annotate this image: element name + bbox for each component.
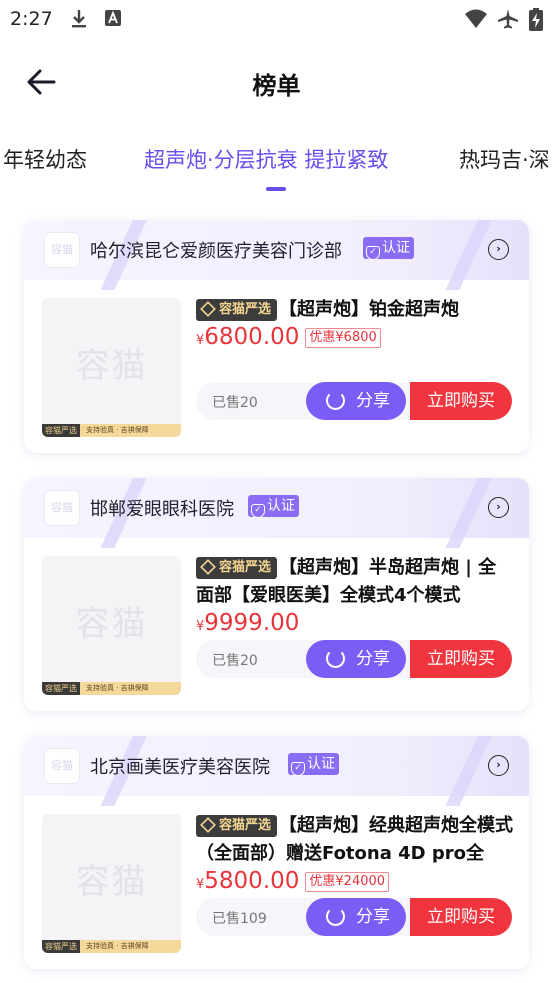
tab-thermage[interactable]: 热玛吉·深 bbox=[459, 144, 550, 174]
clinic-header[interactable]: 容猫 哈尔滨昆仑爱颜医疗美容门诊部 ✓ 认证 › bbox=[24, 220, 529, 290]
verified-badge: ✓ 认证 bbox=[248, 495, 299, 518]
diamond-icon bbox=[200, 817, 216, 833]
product-title[interactable]: 容猫严选 【超声炮】半岛超声炮 | 全面部【爱眼医美】全模式4个模式 bbox=[196, 554, 514, 610]
airplane-mode-icon bbox=[496, 8, 520, 34]
diamond-icon bbox=[200, 301, 216, 317]
product-image[interactable]: 容猫 容猫严选 支持验真 · 吉祺保障 bbox=[42, 298, 181, 437]
action-bar: 已售20 分享 立即购买 bbox=[196, 640, 512, 678]
action-bar: 已售109 分享 立即购买 bbox=[196, 898, 512, 936]
chevron-right-circle-icon[interactable]: › bbox=[488, 755, 509, 776]
price: 5800.00 bbox=[204, 868, 300, 894]
guarantee-strip: 容猫严选 支持验真 · 吉祺保障 bbox=[42, 940, 181, 953]
product-card[interactable]: 容猫 北京画美医疗美容医院 ✓ 认证 › 容猫 容猫严选 支持验真 · 吉祺保障 … bbox=[24, 736, 529, 969]
clinic-name[interactable]: 北京画美医疗美容医院 bbox=[90, 753, 270, 779]
buy-now-button[interactable]: 立即购买 bbox=[410, 640, 512, 678]
price-row: ¥6800.00 优惠¥6800 bbox=[196, 324, 381, 350]
price-row: ¥9999.00 bbox=[196, 610, 300, 636]
status-bar: 2:27 bbox=[0, 0, 553, 40]
status-time: 2:27 bbox=[10, 8, 53, 30]
clinic-name[interactable]: 哈尔滨昆仑爱颜医疗美容门诊部 bbox=[90, 237, 342, 263]
page-title: 榜单 bbox=[252, 72, 301, 100]
product-card[interactable]: 容猫 邯郸爱眼眼科医院 ✓ 认证 › 容猫 容猫严选 支持验真 · 吉祺保障 容猫… bbox=[24, 478, 529, 711]
category-tabs: 年轻幼态 超声炮·分层抗衰 提拉紧致 热玛吉·深 bbox=[0, 140, 553, 196]
product-card[interactable]: 容猫 哈尔滨昆仑爱颜医疗美容门诊部 ✓ 认证 › 容猫 容猫严选 支持验真 · 吉… bbox=[24, 220, 529, 453]
chevron-right-circle-icon[interactable]: › bbox=[488, 239, 509, 260]
product-image[interactable]: 容猫 容猫严选 支持验真 · 吉祺保障 bbox=[42, 814, 181, 953]
product-title[interactable]: 容猫严选 【超声炮】经典超声炮全模式（全面部）赠送Fotona 4D pro全 bbox=[196, 812, 514, 868]
shield-icon: ✓ bbox=[251, 504, 265, 518]
price: 9999.00 bbox=[204, 610, 300, 636]
wifi-icon bbox=[464, 8, 488, 34]
active-tab-indicator bbox=[266, 187, 286, 191]
download-icon bbox=[70, 8, 88, 34]
product-image[interactable]: 容猫 容猫严选 支持验真 · 吉祺保障 bbox=[42, 556, 181, 695]
tab-young[interactable]: 年轻幼态 bbox=[3, 144, 87, 174]
battery-charging-icon bbox=[529, 8, 543, 36]
selected-tag: 容猫严选 bbox=[196, 557, 278, 579]
share-button[interactable]: 分享 bbox=[306, 898, 406, 936]
action-bar: 已售20 分享 立即购买 bbox=[196, 382, 512, 420]
sold-count: 已售20 bbox=[212, 653, 258, 669]
sold-count: 已售20 bbox=[212, 395, 258, 411]
clinic-logo: 容猫 bbox=[44, 748, 80, 784]
shield-icon: ✓ bbox=[366, 246, 380, 260]
watermark-logo: 容猫 bbox=[75, 862, 148, 902]
diamond-icon bbox=[200, 559, 216, 575]
verified-badge: ✓ 认证 bbox=[363, 237, 414, 260]
buy-now-button[interactable]: 立即购买 bbox=[410, 382, 512, 420]
share-button[interactable]: 分享 bbox=[306, 382, 406, 420]
discount-badge: 优惠¥24000 bbox=[305, 872, 390, 892]
share-icon bbox=[326, 907, 345, 926]
clinic-header[interactable]: 容猫 北京画美医疗美容医院 ✓ 认证 › bbox=[24, 736, 529, 806]
discount-badge: 优惠¥6800 bbox=[305, 328, 381, 348]
verified-badge: ✓ 认证 bbox=[288, 753, 339, 776]
selected-tag: 容猫严选 bbox=[196, 815, 278, 837]
app-notification-icon bbox=[104, 8, 122, 32]
chevron-right-circle-icon[interactable]: › bbox=[488, 497, 509, 518]
guarantee-strip: 容猫严选 支持验真 · 吉祺保障 bbox=[42, 682, 181, 695]
clinic-logo: 容猫 bbox=[44, 232, 80, 268]
sold-count: 已售109 bbox=[212, 911, 267, 927]
share-icon bbox=[326, 649, 345, 668]
share-icon bbox=[326, 391, 345, 410]
guarantee-strip: 容猫严选 支持验真 · 吉祺保障 bbox=[42, 424, 181, 437]
price: 6800.00 bbox=[204, 324, 300, 350]
share-button[interactable]: 分享 bbox=[306, 640, 406, 678]
product-title[interactable]: 容猫严选 【超声炮】铂金超声炮 bbox=[196, 296, 514, 324]
selected-tag: 容猫严选 bbox=[196, 299, 278, 321]
app-header: 榜单 bbox=[0, 56, 553, 106]
buy-now-button[interactable]: 立即购买 bbox=[410, 898, 512, 936]
tab-ultrasound[interactable]: 超声炮·分层抗衰 提拉紧致 bbox=[144, 144, 388, 174]
clinic-header[interactable]: 容猫 邯郸爱眼眼科医院 ✓ 认证 › bbox=[24, 478, 529, 548]
watermark-logo: 容猫 bbox=[75, 346, 148, 386]
shield-icon: ✓ bbox=[291, 762, 305, 776]
price-row: ¥5800.00 优惠¥24000 bbox=[196, 868, 390, 894]
watermark-logo: 容猫 bbox=[75, 604, 148, 644]
clinic-name[interactable]: 邯郸爱眼眼科医院 bbox=[90, 495, 234, 521]
clinic-logo: 容猫 bbox=[44, 490, 80, 526]
